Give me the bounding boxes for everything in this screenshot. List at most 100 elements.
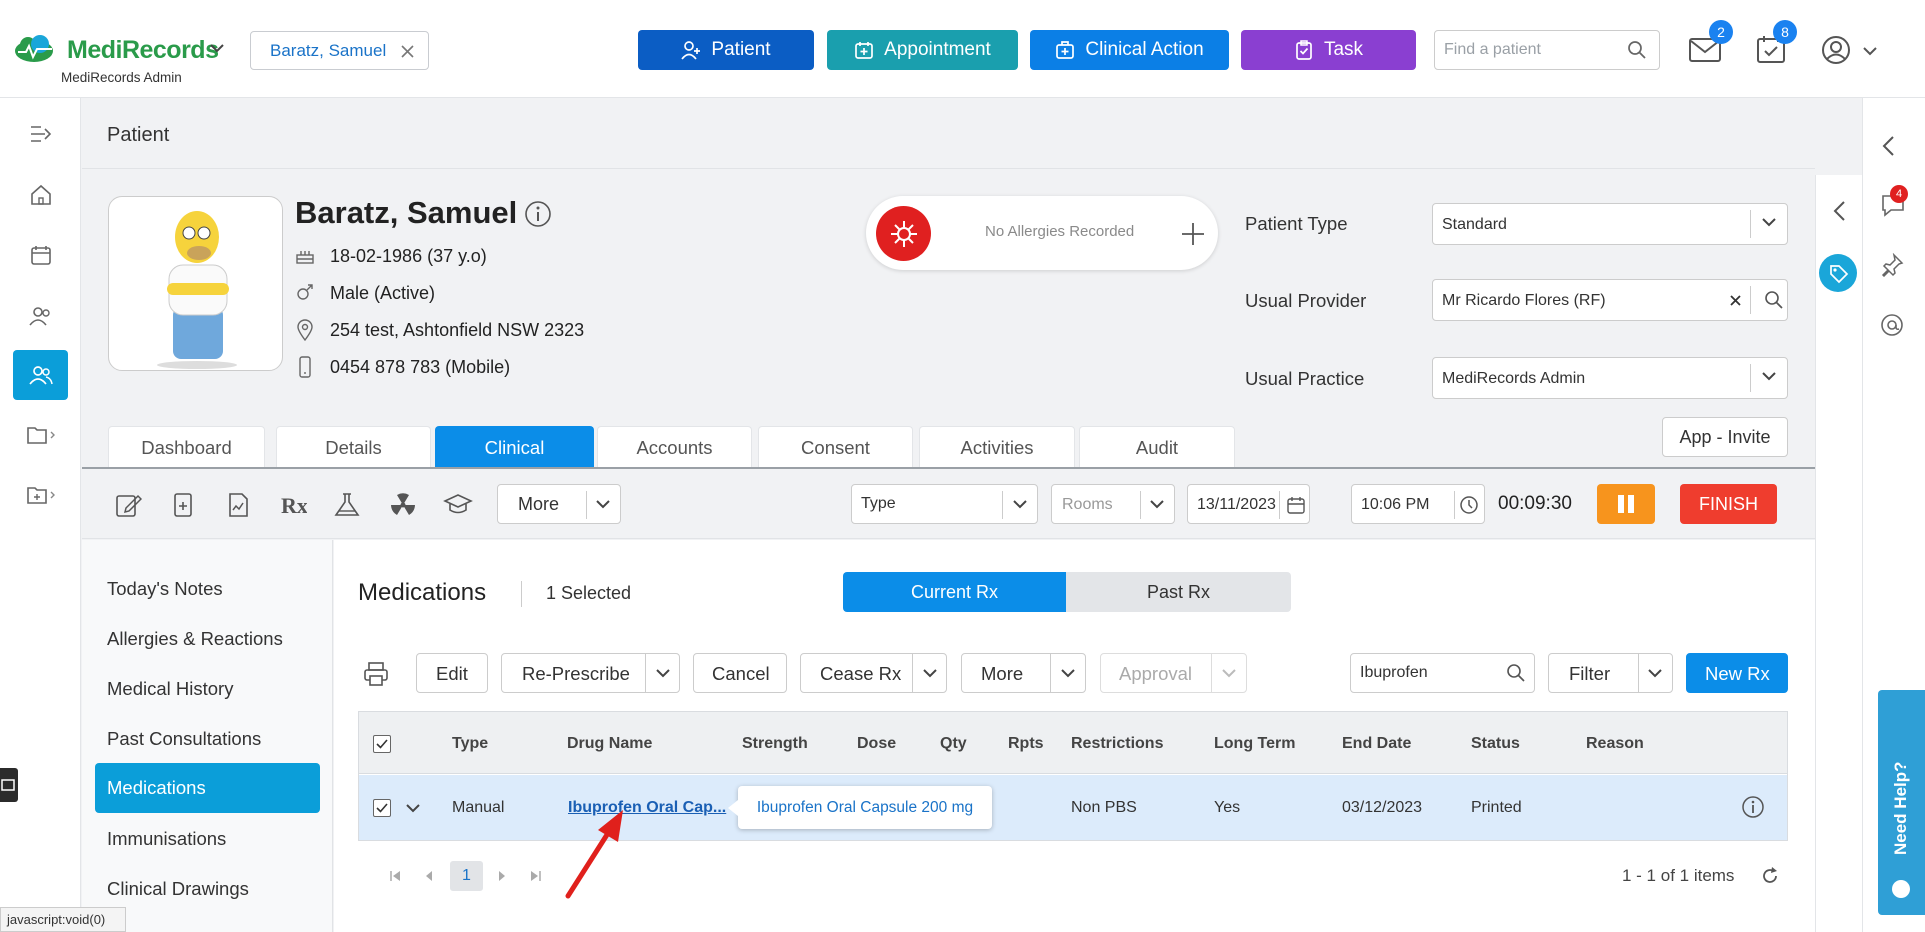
add-allergy-icon[interactable] <box>1181 222 1205 246</box>
edit-button[interactable]: Edit <box>416 653 488 693</box>
user-menu-chevron-icon[interactable] <box>1863 46 1877 56</box>
close-icon[interactable] <box>401 45 414 58</box>
calendar-icon[interactable] <box>13 230 68 280</box>
column-header-type[interactable]: Type <box>452 735 488 753</box>
search-icon[interactable] <box>1506 663 1526 683</box>
column-header-rpts[interactable]: Rpts <box>1008 735 1044 753</box>
pin-icon[interactable] <box>1880 253 1904 277</box>
info-icon[interactable] <box>524 200 552 228</box>
past-rx-toggle[interactable]: Past Rx <box>1066 572 1291 612</box>
clinical-action-button[interactable]: Clinical Action <box>1030 30 1229 70</box>
brand-dropdown-chevron-icon[interactable] <box>210 43 224 53</box>
time-input[interactable]: 10:06 PM <box>1351 484 1485 524</box>
appointment-button[interactable]: Appointment <box>827 30 1018 70</box>
tab-details[interactable]: Details <box>276 426 431 468</box>
menu-clinical-drawings[interactable]: Clinical Drawings <box>107 878 249 900</box>
re-prescribe-button[interactable]: Re-Prescribe <box>501 653 680 693</box>
user-avatar-icon[interactable] <box>1821 35 1851 65</box>
search-icon[interactable] <box>1764 290 1784 310</box>
folder-icon[interactable] <box>13 410 68 460</box>
tab-consent[interactable]: Consent <box>758 426 913 468</box>
column-header-strength[interactable]: Strength <box>742 735 808 753</box>
column-header-dose[interactable]: Dose <box>857 735 896 753</box>
chevron-down-icon[interactable] <box>656 668 670 678</box>
column-header-end-date[interactable]: End Date <box>1342 735 1411 753</box>
type-select[interactable]: Type <box>851 484 1038 524</box>
date-input[interactable]: 13/11/2023 <box>1187 484 1310 524</box>
last-page-icon[interactable] <box>530 870 542 882</box>
need-help-tab[interactable]: Need Help? <box>1878 690 1925 915</box>
next-page-icon[interactable] <box>497 870 507 882</box>
tag-icon[interactable] <box>1819 254 1857 292</box>
print-icon[interactable] <box>363 661 389 687</box>
rooms-select[interactable]: Rooms <box>1051 484 1175 524</box>
tab-accounts[interactable]: Accounts <box>597 426 752 468</box>
column-header-drug-name[interactable]: Drug Name <box>567 735 652 753</box>
education-cap-icon[interactable] <box>443 491 473 519</box>
task-button[interactable]: Task <box>1241 30 1416 70</box>
refresh-icon[interactable] <box>1760 866 1780 886</box>
menu-immunisations[interactable]: Immunisations <box>107 828 226 850</box>
expand-row-chevron-icon[interactable] <box>406 803 420 813</box>
tab-activities[interactable]: Activities <box>919 426 1075 468</box>
cancel-button[interactable]: Cancel <box>693 653 787 693</box>
previous-page-icon[interactable] <box>424 870 434 882</box>
chart-document-icon[interactable] <box>224 491 252 519</box>
column-header-reason[interactable]: Reason <box>1586 735 1644 753</box>
toolbar-more-dropdown[interactable]: More <box>497 484 621 524</box>
app-invite-button[interactable]: App - Invite <box>1662 417 1788 457</box>
menu-todays-notes[interactable]: Today's Notes <box>107 578 223 600</box>
menu-medical-history[interactable]: Medical History <box>107 678 233 700</box>
column-header-long-term[interactable]: Long Term <box>1214 735 1295 753</box>
menu-medications[interactable]: Medications <box>95 763 320 813</box>
first-page-icon[interactable] <box>389 870 401 882</box>
search-icon[interactable] <box>1627 40 1647 60</box>
tab-dashboard[interactable]: Dashboard <box>108 426 265 468</box>
folder-add-icon[interactable] <box>13 470 68 520</box>
radiation-icon[interactable] <box>389 491 417 519</box>
column-header-status[interactable]: Status <box>1471 735 1520 753</box>
home-icon[interactable] <box>13 170 68 220</box>
users-icon[interactable] <box>13 291 68 341</box>
clock-icon[interactable] <box>1459 495 1479 515</box>
prescription-rx-icon[interactable]: Rx <box>279 491 307 519</box>
expand-sidebar-icon[interactable] <box>13 109 68 159</box>
pause-button[interactable] <box>1597 484 1655 524</box>
cease-rx-button[interactable]: Cease Rx <box>800 653 947 693</box>
lab-flask-icon[interactable] <box>332 491 360 519</box>
filter-button[interactable]: Filter <box>1548 653 1673 693</box>
finish-button[interactable]: FINISH <box>1680 484 1777 524</box>
more-actions-button[interactable]: More <box>961 653 1086 693</box>
chevron-down-icon[interactable] <box>923 668 937 678</box>
usual-practice-select[interactable]: MediRecords Admin <box>1432 357 1788 399</box>
mention-icon[interactable] <box>1880 313 1904 337</box>
patient-chip[interactable]: Baratz, Samuel <box>250 31 429 70</box>
column-header-restrictions[interactable]: Restrictions <box>1071 735 1163 753</box>
usual-provider-select[interactable]: Mr Ricardo Flores (RF) <box>1432 279 1788 321</box>
patient-photo[interactable] <box>108 196 283 371</box>
chevron-down-icon[interactable] <box>1061 668 1075 678</box>
medical-document-icon[interactable] <box>169 491 197 519</box>
chevron-down-icon[interactable] <box>1648 668 1662 678</box>
tab-clinical[interactable]: Clinical <box>435 426 594 468</box>
brand-name[interactable]: MediRecords <box>67 36 219 65</box>
clear-icon[interactable] <box>1730 295 1741 306</box>
select-all-checkbox[interactable] <box>373 735 391 753</box>
new-rx-button[interactable]: New Rx <box>1686 653 1788 693</box>
current-rx-toggle[interactable]: Current Rx <box>843 572 1066 612</box>
row-checkbox[interactable] <box>373 799 391 817</box>
current-page[interactable]: 1 <box>450 861 483 891</box>
notes-edit-icon[interactable] <box>114 491 142 519</box>
side-widget-icon[interactable] <box>0 768 18 802</box>
medirecords-logo-icon[interactable] <box>12 34 62 64</box>
collapse-panel-icon[interactable] <box>1832 200 1846 222</box>
medication-search-input[interactable]: Ibuprofen <box>1350 653 1535 693</box>
patient-button[interactable]: Patient <box>638 30 814 70</box>
calendar-icon[interactable] <box>1287 496 1305 514</box>
menu-past-consultations[interactable]: Past Consultations <box>107 728 261 750</box>
menu-allergies-reactions[interactable]: Allergies & Reactions <box>107 628 283 650</box>
tab-audit[interactable]: Audit <box>1079 426 1235 468</box>
collapse-right-icon[interactable] <box>1881 135 1895 157</box>
allergy-banner[interactable]: No Allergies Recorded <box>866 196 1218 270</box>
column-header-qty[interactable]: Qty <box>940 735 967 753</box>
